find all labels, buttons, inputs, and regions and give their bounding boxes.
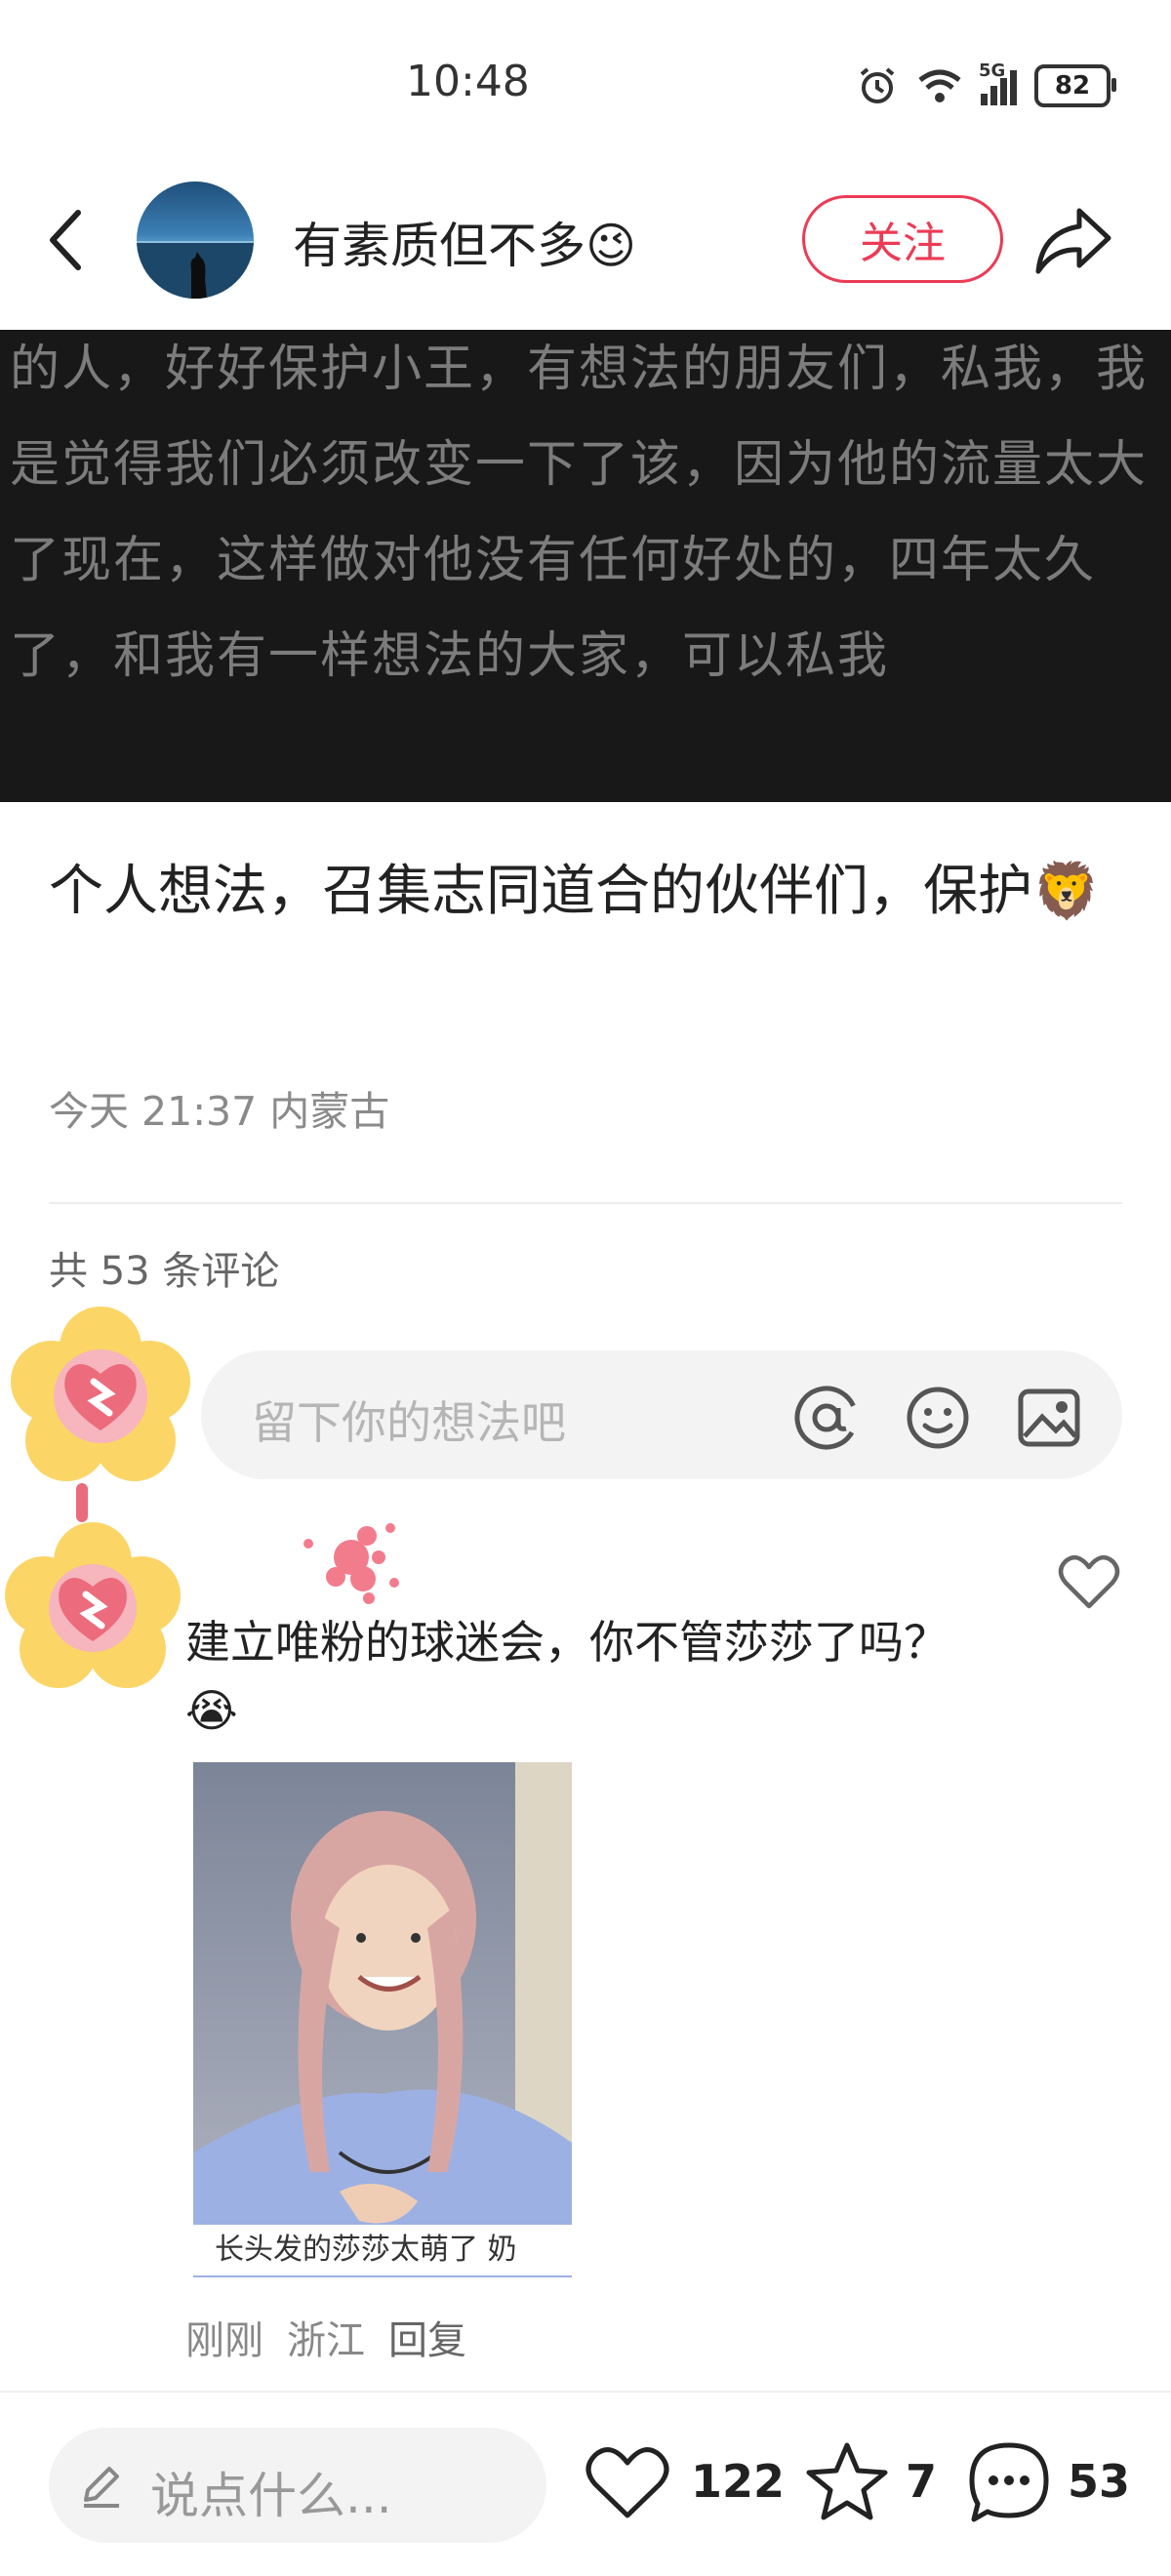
decorative-bubbles <box>293 1501 420 1608</box>
follow-button[interactable]: 关注 <box>802 195 1003 283</box>
reply-link[interactable]: 回复 <box>388 2318 466 2363</box>
star-icon[interactable] <box>804 2439 890 2523</box>
image-icon[interactable] <box>1015 1384 1083 1452</box>
post-meta: 今天 21:37 内蒙古 <box>49 1088 390 1135</box>
comment-count: 共 53 条评论 <box>49 1249 280 1294</box>
wifi-icon <box>918 69 961 102</box>
bottom-bar-divider <box>0 2391 1171 2393</box>
comment-input-placeholder: 留下你的想法吧 <box>252 1396 566 1449</box>
heart-icon[interactable] <box>586 2443 669 2521</box>
back-arrow-icon[interactable] <box>39 205 94 275</box>
signal-icon: 5G <box>979 60 1017 105</box>
commenter-avatar[interactable] <box>0 1512 185 1698</box>
alarm-icon <box>860 67 895 103</box>
bottom-input-placeholder: 说点什么... <box>150 2468 392 2524</box>
like-count: 122 <box>691 2455 786 2508</box>
at-icon[interactable] <box>792 1384 861 1452</box>
post-title: 个人想法，召集志同道合的伙伴们，保护🦁 <box>49 860 1101 923</box>
comment-text: 建立唯粉的球迷会，你不管莎莎了吗？😭 <box>185 1616 949 1737</box>
pencil-icon <box>84 2467 119 2508</box>
battery-level: 82 <box>1054 71 1091 101</box>
user-avatar[interactable] <box>8 1304 193 1489</box>
status-time: 10:48 <box>406 57 530 106</box>
comment-like-icon[interactable] <box>1058 1553 1120 1610</box>
comment-meta: 刚刚 浙江 回复 <box>185 2309 490 2365</box>
battery-indicator: 82 <box>1034 64 1116 107</box>
author-name[interactable]: 有素质但不多😉 <box>293 207 636 277</box>
status-icons: 5G 82 <box>856 60 1116 111</box>
comment-image-caption: 长头发的莎莎太萌了 奶 <box>193 2225 572 2275</box>
comment-location: 浙江 <box>287 2318 365 2363</box>
avatar[interactable] <box>137 181 254 299</box>
comment-total-count: 53 <box>1068 2455 1131 2508</box>
post-image-text: 的人，好好保护小王，有想法的朋友们，私我，我是觉得我们必须改变一下了该，因为他的… <box>10 341 1149 685</box>
share-icon[interactable] <box>1032 203 1114 277</box>
favorite-count: 7 <box>906 2455 938 2508</box>
comment-time: 刚刚 <box>185 2318 263 2363</box>
divider <box>49 1202 1122 1204</box>
comment-bubble-icon[interactable] <box>966 2439 1052 2525</box>
emoji-icon[interactable] <box>904 1384 972 1452</box>
comment-image[interactable] <box>193 1762 572 2277</box>
signal-type-label: 5G <box>979 60 1006 81</box>
